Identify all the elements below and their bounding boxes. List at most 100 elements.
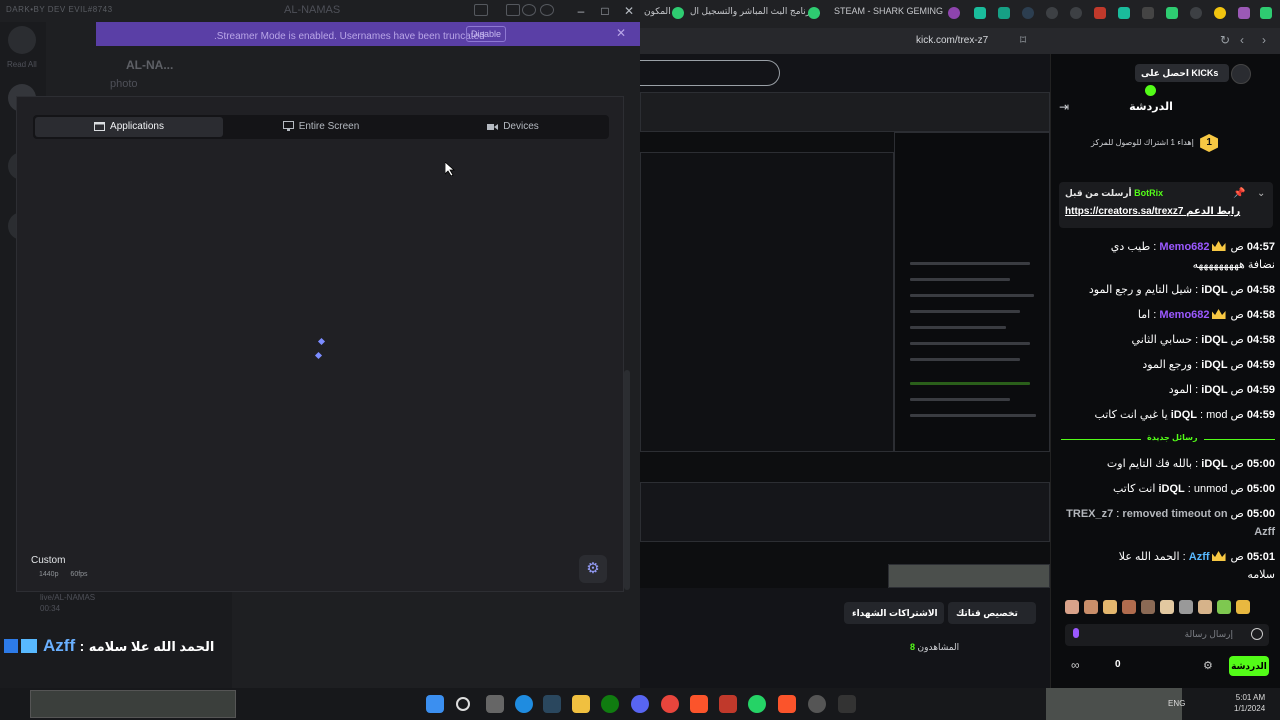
crown-badge-icon <box>1211 241 1226 251</box>
edge-icon[interactable] <box>515 695 533 713</box>
message-username[interactable]: iDQL <box>1201 334 1227 346</box>
emote-icon[interactable] <box>1065 600 1079 614</box>
subscriptions-button[interactable]: الاشتراكات الشهداء <box>844 602 944 624</box>
message-username[interactable]: iDQL <box>1158 483 1184 495</box>
tab-applications[interactable]: Applications <box>35 117 223 137</box>
channel-name[interactable]: photo <box>110 78 138 90</box>
viewers-label: المشاهدون <box>917 642 960 652</box>
steam-icon[interactable] <box>543 695 561 713</box>
message-username[interactable]: iDQL <box>1201 284 1227 296</box>
message-username[interactable]: TREX_z7 <box>1066 508 1113 520</box>
pinned-url[interactable]: https://creators.sa/trexz7 <box>1065 206 1183 217</box>
taskbar-preview-thumbnail[interactable] <box>1046 688 1182 720</box>
discord-home-icon[interactable] <box>8 26 36 54</box>
chat-message: 05:00صiDQL : unmod انت كاتب <box>1112 483 1275 495</box>
disable-button[interactable]: Disable <box>466 26 506 42</box>
avatar[interactable] <box>1231 64 1251 84</box>
search-input[interactable] <box>640 60 780 86</box>
browser-tab[interactable]: برنامج البث المباشر والتسجيل ال... <box>690 6 821 17</box>
server-name[interactable]: AL-NA... <box>126 58 173 72</box>
discord-icon[interactable] <box>631 695 649 713</box>
app-icon[interactable] <box>719 695 737 713</box>
help-icon[interactable] <box>522 4 536 16</box>
message-username[interactable]: iDQL <box>1171 409 1197 421</box>
close-icon[interactable]: ✕ <box>621 3 637 19</box>
taskbar-preview-thumbnail[interactable] <box>30 690 236 718</box>
file-explorer-icon[interactable] <box>572 695 590 713</box>
forward-icon[interactable]: › <box>1262 33 1266 47</box>
reload-icon[interactable]: ↻ <box>1220 33 1230 47</box>
message-username[interactable]: Azff <box>1189 551 1210 563</box>
message-username[interactable]: iDQL <box>1201 359 1227 371</box>
emote-icon[interactable] <box>1084 600 1098 614</box>
emote-icon[interactable] <box>1160 600 1174 614</box>
maximize-icon[interactable]: □ <box>597 3 613 19</box>
emoji-icon[interactable] <box>1251 628 1263 640</box>
customize-channel-button[interactable]: تخصيص قناتك <box>948 602 1036 624</box>
streamer-mode-banner: Streamer Mode is enabled. Usernames have… <box>96 22 640 46</box>
url-text[interactable]: kick.com/trex-z7 <box>916 35 988 46</box>
pin-icon[interactable]: 📌 <box>1233 188 1245 199</box>
emote-icon[interactable] <box>1122 600 1136 614</box>
stream-settings-button[interactable]: ⚙ <box>579 555 607 583</box>
pinned-link[interactable]: https://creators.sa/trexz7 رابط الدعم <box>1065 206 1240 217</box>
app-icon[interactable] <box>838 695 856 713</box>
send-chat-button[interactable]: الدردشة <box>1229 656 1269 676</box>
settings-icon[interactable] <box>540 4 554 16</box>
chat-message: 05:00صiDQL : بالله فك التايم اوت <box>1106 458 1275 470</box>
tab-devices[interactable]: Devices <box>419 117 607 137</box>
emote-icon[interactable] <box>1236 600 1250 614</box>
read-all-label[interactable]: Read All <box>7 60 37 69</box>
message-username[interactable]: iDQL <box>1201 384 1227 396</box>
windows-start-icon[interactable] <box>426 695 444 713</box>
tab-favicon-icon <box>1118 7 1130 19</box>
mic-icon[interactable] <box>1073 628 1079 638</box>
address-bar[interactable]: kick.com/trex-z7 ⌑ ↻ ‹ › <box>640 28 1280 54</box>
clock-date: 1/1/2024 <box>1234 704 1266 713</box>
emote-icon[interactable] <box>1198 600 1212 614</box>
message-username[interactable]: Memo682 <box>1159 241 1209 253</box>
chat-message: 04:58صiDQL : حسابي الثاني <box>1131 334 1275 346</box>
xbox-icon[interactable] <box>601 695 619 713</box>
message-ampm: ص <box>1230 334 1244 346</box>
tab-favicon-icon <box>672 7 684 19</box>
emote-icon[interactable] <box>1179 600 1193 614</box>
infinity-icon[interactable]: ∞ <box>1071 658 1080 672</box>
browser-tab[interactable]: المكون <box>644 6 671 17</box>
chrome-icon[interactable] <box>661 695 679 713</box>
titlebar-brand: DARK•BY DEV EVIL#8743 <box>6 5 113 14</box>
task-view-icon[interactable] <box>486 695 504 713</box>
preview-line <box>910 294 1034 297</box>
browser-tab[interactable]: STEAM - SHARK GEMING <box>834 6 943 16</box>
screen-icon[interactable] <box>506 4 520 16</box>
language-indicator[interactable]: ENG <box>1168 699 1185 708</box>
minimize-icon[interactable]: – <box>573 3 589 19</box>
bookmark-icon[interactable]: ⌑ <box>1020 33 1026 47</box>
whatsapp-icon[interactable] <box>748 695 766 713</box>
brave-icon[interactable] <box>778 695 796 713</box>
message-username[interactable]: iDQL <box>1201 458 1227 470</box>
clock[interactable]: 5:01 AM 1/1/2024 <box>1234 692 1265 714</box>
chevron-down-icon[interactable]: ⌄ <box>1257 188 1265 199</box>
emote-icon[interactable] <box>1141 600 1155 614</box>
message-text: ورجع المود <box>1142 359 1193 371</box>
inbox-icon[interactable] <box>474 4 488 16</box>
scrollbar[interactable] <box>624 370 630 590</box>
brave-icon[interactable] <box>690 695 708 713</box>
message-username[interactable]: Memo682 <box>1159 309 1209 321</box>
emote-icon[interactable] <box>1217 600 1231 614</box>
back-icon[interactable]: ‹ <box>1240 33 1244 47</box>
tab-favicon-icon <box>808 7 820 19</box>
gear-icon[interactable]: ⚙ <box>1203 659 1213 672</box>
discord-window: DARK•BY DEV EVIL#8743 AL-NAMAS – □ ✕ Rea… <box>0 0 640 688</box>
tab-entire-screen[interactable]: Entire Screen <box>227 117 415 137</box>
app-icon[interactable] <box>808 695 826 713</box>
pinned-by-user[interactable]: BotRix <box>1134 188 1163 198</box>
subscriptions-label: الاشتراكات الشهداء <box>852 608 938 618</box>
get-kicks-button[interactable]: احصل على KICKs <box>1135 64 1229 96</box>
close-banner-icon[interactable]: ✕ <box>616 26 626 40</box>
emote-icon[interactable] <box>1103 600 1117 614</box>
fps-value: 60fps <box>70 571 88 578</box>
chat-input[interactable]: إرسال رسالة <box>1065 624 1269 646</box>
search-icon[interactable] <box>456 697 470 711</box>
